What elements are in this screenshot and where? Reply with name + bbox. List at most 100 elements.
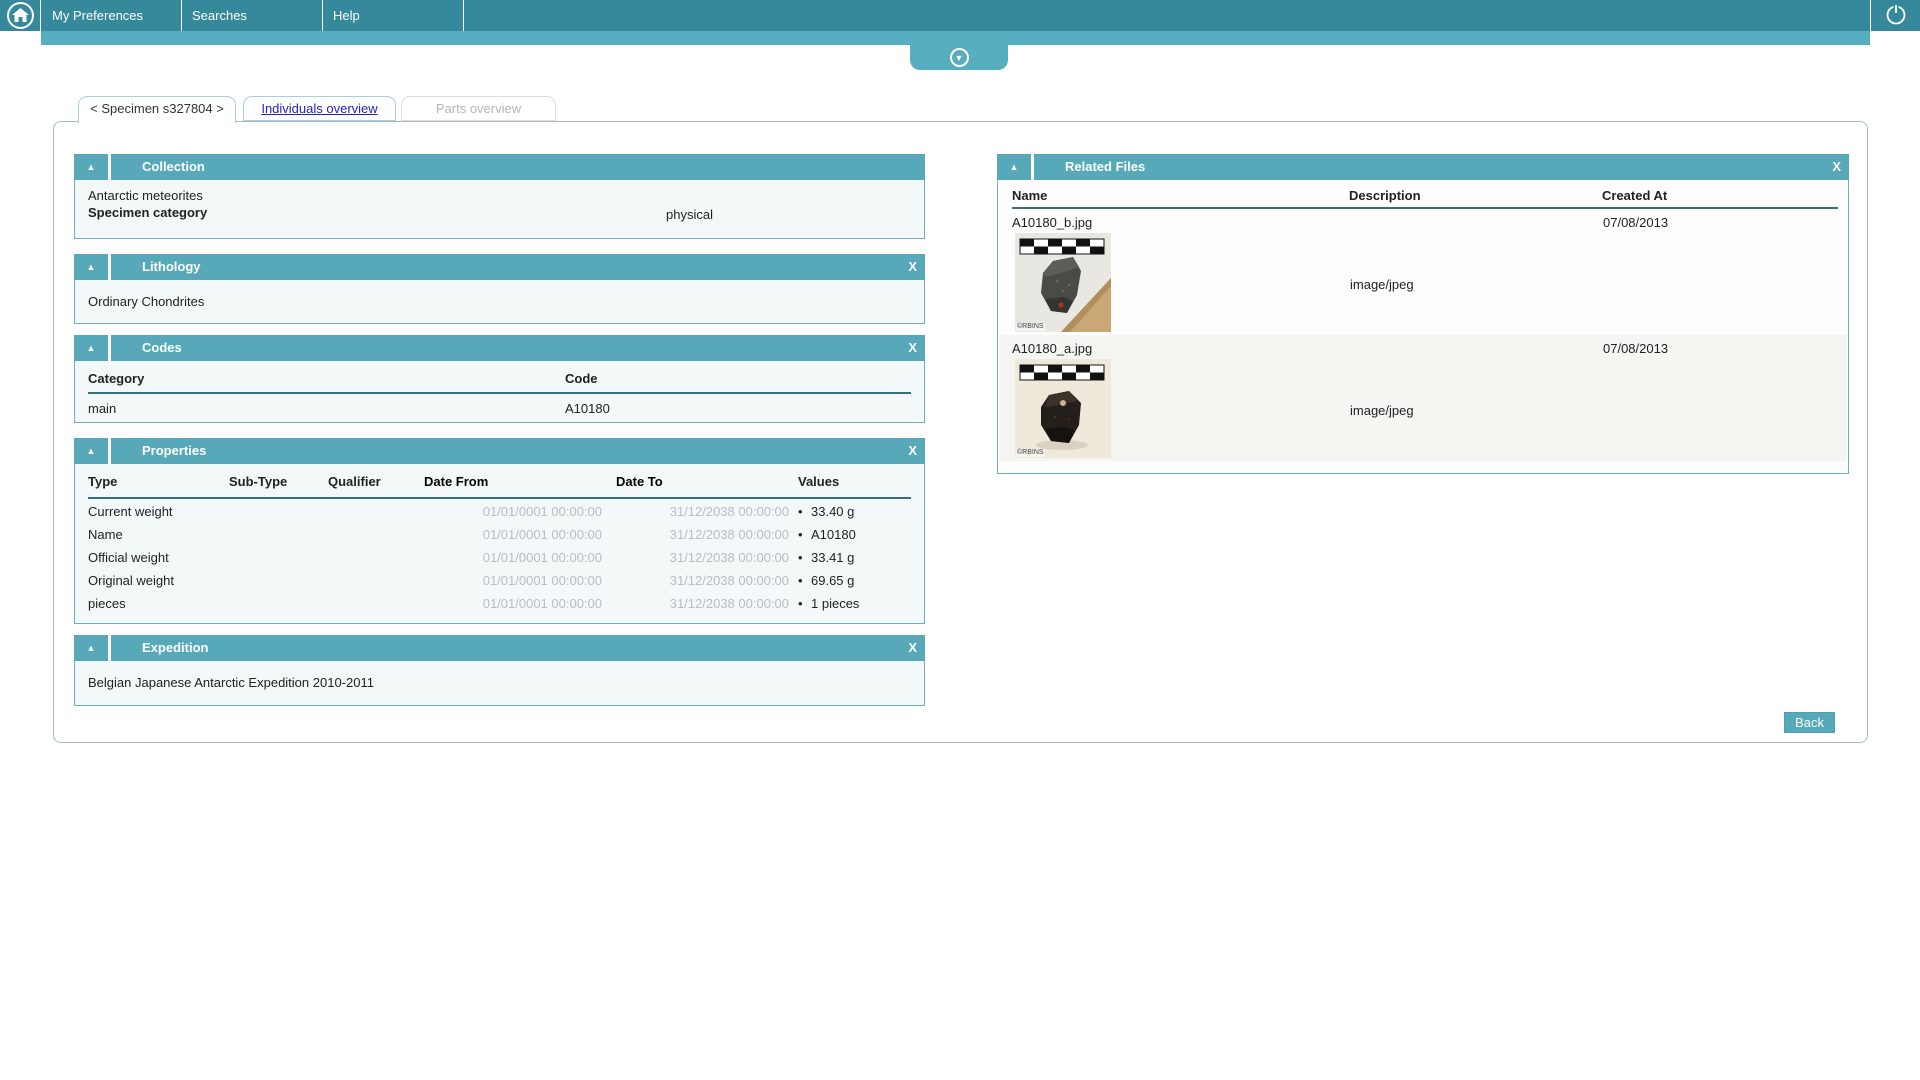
prop-dateto: 31/12/2038 00:00:00: [616, 596, 798, 611]
collection-panel: ▲ Collection Antarctic meteorites Specim…: [74, 154, 925, 239]
property-row: Current weight 01/01/0001 00:00:00 31/12…: [88, 500, 911, 523]
bullet-icon: •: [798, 596, 811, 611]
triangle-up-icon: ▲: [87, 343, 96, 353]
code-category-value: main: [88, 401, 116, 416]
file-thumbnail[interactable]: ©RBINS: [1015, 359, 1111, 458]
properties-panel: ▲ Properties X Type Sub-Type Qualifier D…: [74, 438, 925, 624]
collection-panel-body: Antarctic meteorites Specimen category p…: [74, 180, 925, 239]
file-thumbnail[interactable]: ©RBINS: [1015, 233, 1111, 332]
codes-header-category: Category: [88, 371, 144, 386]
collection-name: Antarctic meteorites: [88, 188, 203, 203]
codes-panel-body: Category Code main A10180: [74, 361, 925, 423]
specimen-detail-container: ▲ Collection Antarctic meteorites Specim…: [53, 121, 1868, 743]
prop-type: Original weight: [88, 573, 229, 588]
related-files-panel-header: ▲ Related Files X: [997, 154, 1849, 180]
triangle-up-icon: ▲: [87, 162, 96, 172]
property-row: Official weight 01/01/0001 00:00:00 31/1…: [88, 546, 911, 569]
prop-dateto: 31/12/2038 00:00:00: [616, 527, 798, 542]
toolbar-strip: [41, 31, 1870, 45]
tab-specimen[interactable]: < Specimen s327804 >: [78, 96, 236, 123]
collapse-lithology-button[interactable]: ▲: [74, 254, 111, 280]
power-icon: [1884, 2, 1908, 29]
lithology-value: Ordinary Chondrites: [88, 294, 204, 309]
code-value: A10180: [565, 401, 610, 416]
prop-value: •1 pieces: [798, 596, 911, 611]
prop-dateto: 31/12/2038 00:00:00: [616, 504, 798, 519]
collection-panel-title: Collection: [142, 154, 205, 180]
prop-header-type: Type: [88, 474, 229, 489]
prop-datefrom: 01/01/0001 00:00:00: [424, 573, 616, 588]
close-related-files-button[interactable]: X: [1832, 154, 1841, 180]
prop-type: Current weight: [88, 504, 229, 519]
prop-datefrom: 01/01/0001 00:00:00: [424, 504, 616, 519]
codes-table-row: main A10180: [88, 397, 911, 421]
related-files-table-header: Name Description Created At: [1012, 180, 1838, 209]
specimen-category-value: physical: [666, 207, 713, 222]
specimen-category-label: Specimen category: [88, 205, 207, 220]
file-row: A10180_a.jpg 07/08/2013 image/jpeg: [999, 335, 1847, 461]
top-nav-bar: My Preferences Searches Help: [0, 0, 1920, 31]
nav-item-searches[interactable]: Searches: [182, 0, 323, 31]
file-name: A10180_b.jpg: [1012, 215, 1092, 230]
lithology-panel-title: Lithology: [142, 254, 201, 280]
prop-dateto: 31/12/2038 00:00:00: [616, 550, 798, 565]
home-button[interactable]: [0, 0, 41, 31]
expedition-panel: ▲ Expedition X Belgian Japanese Antarcti…: [74, 635, 925, 706]
nav-item-my-preferences[interactable]: My Preferences: [42, 0, 182, 31]
close-properties-button[interactable]: X: [908, 438, 917, 464]
meteorite-photo-b: [1015, 233, 1111, 332]
meteorite-photo-a: [1015, 359, 1111, 458]
bullet-icon: •: [798, 527, 811, 542]
property-row: pieces 01/01/0001 00:00:00 31/12/2038 00…: [88, 592, 911, 615]
close-codes-button[interactable]: X: [908, 335, 917, 361]
triangle-up-icon: ▲: [87, 643, 96, 653]
collapse-expedition-button[interactable]: ▲: [74, 635, 111, 661]
copyright-watermark: ©RBINS: [1016, 323, 1045, 331]
prop-datefrom: 01/01/0001 00:00:00: [424, 527, 616, 542]
collapse-header-button[interactable]: ▼: [910, 45, 1008, 70]
prop-value: •69.65 g: [798, 573, 911, 588]
expedition-panel-body: Belgian Japanese Antarctic Expedition 20…: [74, 661, 925, 706]
collection-panel-header: ▲ Collection: [74, 154, 925, 180]
back-button[interactable]: Back: [1784, 712, 1835, 733]
file-created-at: 07/08/2013: [1603, 215, 1668, 230]
nav-item-help[interactable]: Help: [323, 0, 464, 31]
file-description: image/jpeg: [1350, 277, 1414, 292]
bullet-icon: •: [798, 550, 811, 565]
triangle-up-icon: ▲: [1010, 162, 1019, 172]
prop-header-datefrom: Date From: [424, 474, 616, 489]
file-row: A10180_b.jpg 07/08/2013 image/jpeg: [999, 209, 1847, 335]
prop-header-dateto: Date To: [616, 474, 798, 489]
close-lithology-button[interactable]: X: [908, 254, 917, 280]
close-expedition-button[interactable]: X: [908, 635, 917, 661]
tab-parts-overview: Parts overview: [401, 96, 556, 121]
collapse-collection-button[interactable]: ▲: [74, 154, 111, 180]
tab-individuals-overview[interactable]: Individuals overview: [243, 96, 396, 121]
file-created-at: 07/08/2013: [1603, 341, 1668, 356]
prop-dateto: 31/12/2038 00:00:00: [616, 573, 798, 588]
codes-table-header: Category Code: [88, 367, 911, 394]
tab-individuals-link[interactable]: Individuals overview: [261, 101, 377, 116]
properties-table-header: Type Sub-Type Qualifier Date From Date T…: [88, 470, 911, 499]
chevron-down-icon: ▼: [950, 48, 969, 67]
logout-button[interactable]: [1870, 0, 1920, 31]
prop-type: pieces: [88, 596, 229, 611]
prop-type: Name: [88, 527, 229, 542]
codes-header-code: Code: [565, 371, 598, 386]
codes-panel: ▲ Codes X Category Code main A10180: [74, 335, 925, 423]
properties-panel-title: Properties: [142, 438, 206, 464]
file-description: image/jpeg: [1350, 403, 1414, 418]
prop-datefrom: 01/01/0001 00:00:00: [424, 550, 616, 565]
expedition-panel-title: Expedition: [142, 635, 208, 661]
prop-header-qualifier: Qualifier: [328, 474, 424, 489]
property-row: Name 01/01/0001 00:00:00 31/12/2038 00:0…: [88, 523, 911, 546]
properties-panel-header: ▲ Properties X: [74, 438, 925, 464]
prop-header-values: Values: [798, 474, 911, 489]
collapse-related-files-button[interactable]: ▲: [997, 154, 1034, 180]
prop-value: •33.41 g: [798, 550, 911, 565]
collapse-codes-button[interactable]: ▲: [74, 335, 111, 361]
related-files-panel-title: Related Files: [1065, 154, 1145, 180]
collapse-properties-button[interactable]: ▲: [74, 438, 111, 464]
codes-panel-title: Codes: [142, 335, 182, 361]
prop-type: Official weight: [88, 550, 229, 565]
